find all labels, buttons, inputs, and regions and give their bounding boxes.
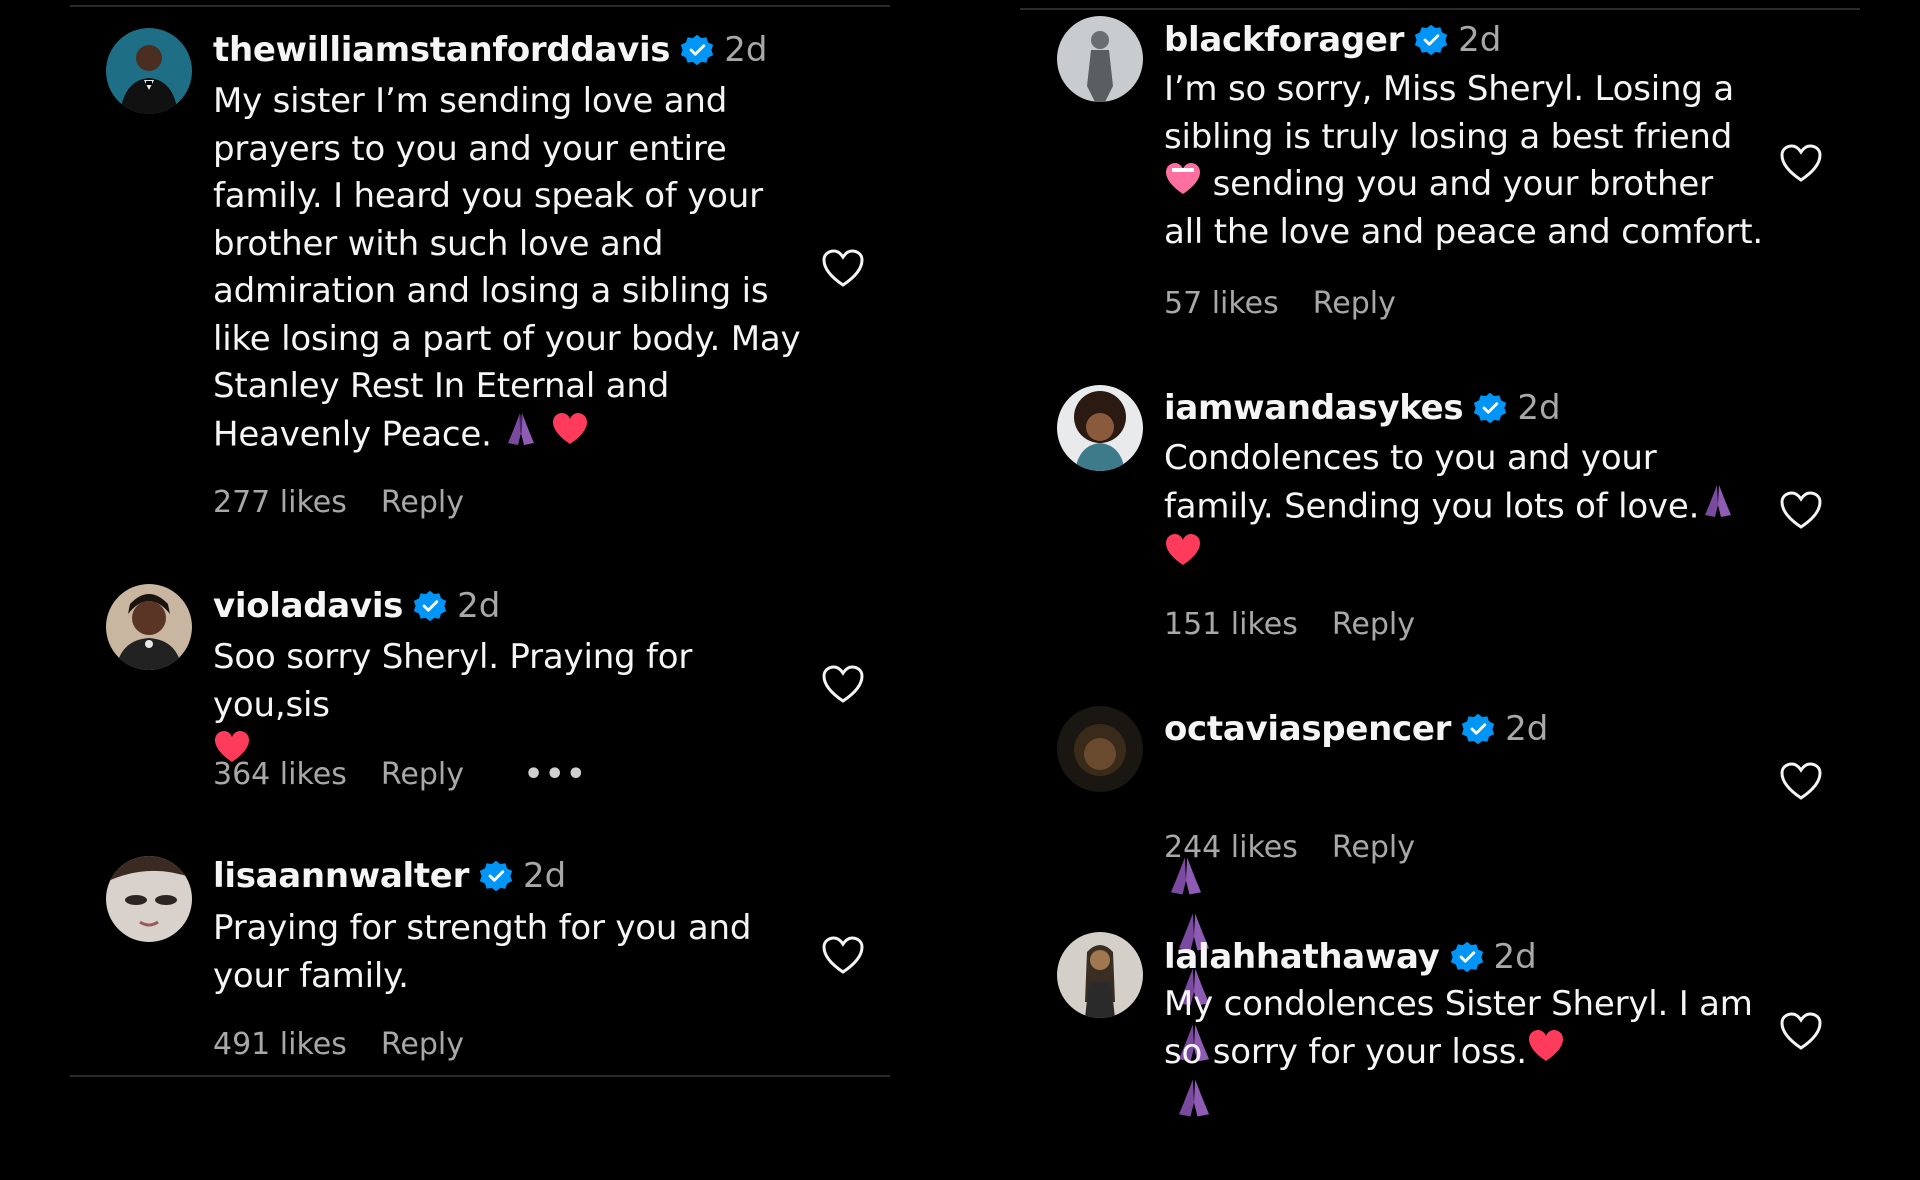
- folded-hands-emoji: [502, 411, 540, 461]
- folded-hands-emoji: [1172, 1077, 1216, 1133]
- reply-button[interactable]: Reply: [1332, 607, 1415, 642]
- likes-count[interactable]: 277 likes: [213, 485, 347, 520]
- like-heart-icon[interactable]: [1779, 1011, 1823, 1051]
- timestamp: 2d: [457, 586, 501, 626]
- red-heart-emoji: [1527, 1029, 1565, 1077]
- likes-count[interactable]: 244 likes: [1164, 830, 1298, 865]
- verified-badge-icon: [479, 859, 513, 893]
- red-heart-emoji: [551, 412, 589, 460]
- avatar[interactable]: [1057, 385, 1143, 471]
- likes-count[interactable]: 151 likes: [1164, 607, 1298, 642]
- username[interactable]: octaviaspencer: [1164, 709, 1451, 749]
- avatar[interactable]: [106, 28, 192, 114]
- like-heart-icon[interactable]: [1779, 761, 1823, 801]
- avatar[interactable]: [106, 856, 192, 942]
- reply-button[interactable]: Reply: [381, 757, 464, 792]
- comment-text: Condolences to you and your family. Send…: [1164, 435, 1784, 580]
- comment-text: I’m so sorry, Miss Sheryl. Losing a sibl…: [1164, 69, 1764, 253]
- like-heart-icon[interactable]: [821, 935, 865, 975]
- timestamp: 2d: [1458, 20, 1502, 60]
- username[interactable]: violadavis: [213, 586, 403, 626]
- timestamp: 2d: [523, 856, 567, 896]
- comment-text: Praying for strength for you and your fa…: [213, 908, 752, 996]
- reply-button[interactable]: Reply: [381, 1027, 464, 1062]
- verified-badge-icon: [680, 33, 714, 67]
- top-divider-left: [70, 5, 890, 7]
- avatar[interactable]: [106, 584, 192, 670]
- top-divider-right: [1020, 8, 1860, 10]
- like-heart-icon[interactable]: [821, 248, 865, 288]
- verified-badge-icon: [1450, 940, 1484, 974]
- comment-text: My sister I’m sending love and prayers t…: [213, 78, 813, 460]
- pink-heart-emoji: [1164, 162, 1202, 210]
- avatar[interactable]: [1057, 932, 1143, 1018]
- comment-text: My condolences Sister Sheryl. I am so so…: [1164, 981, 1784, 1077]
- verified-badge-icon: [1414, 23, 1448, 57]
- timestamp: 2d: [724, 30, 768, 70]
- folded-hands-emoji: [1699, 483, 1737, 533]
- verified-badge-icon: [413, 589, 447, 623]
- verified-badge-icon: [1473, 391, 1507, 425]
- likes-count[interactable]: 57 likes: [1164, 286, 1279, 321]
- username[interactable]: lisaannwalter: [213, 856, 469, 896]
- verified-badge-icon: [1461, 712, 1495, 746]
- timestamp: 2d: [1517, 388, 1561, 428]
- like-heart-icon[interactable]: [821, 664, 865, 704]
- reply-button[interactable]: Reply: [1313, 286, 1396, 321]
- comment-text: Soo sorry Sheryl. Praying for you,sis: [213, 634, 813, 777]
- bottom-divider-left: [70, 1075, 890, 1077]
- likes-count[interactable]: 364 likes: [213, 757, 347, 792]
- more-options-icon[interactable]: •••: [524, 757, 588, 792]
- avatar[interactable]: [1057, 16, 1143, 102]
- username[interactable]: blackforager: [1164, 20, 1404, 60]
- likes-count[interactable]: 491 likes: [213, 1027, 347, 1062]
- timestamp: 2d: [1505, 709, 1549, 749]
- username[interactable]: thewilliamstanforddavis: [213, 30, 671, 70]
- avatar[interactable]: [1057, 706, 1143, 792]
- reply-button[interactable]: Reply: [1332, 830, 1415, 865]
- reply-button[interactable]: Reply: [381, 485, 464, 520]
- username[interactable]: lalahhathaway: [1164, 937, 1440, 977]
- timestamp: 2d: [1493, 937, 1537, 977]
- like-heart-icon[interactable]: [1779, 490, 1823, 530]
- like-heart-icon[interactable]: [1779, 143, 1823, 183]
- username[interactable]: iamwandasykes: [1164, 388, 1464, 428]
- red-heart-emoji: [1164, 533, 1202, 581]
